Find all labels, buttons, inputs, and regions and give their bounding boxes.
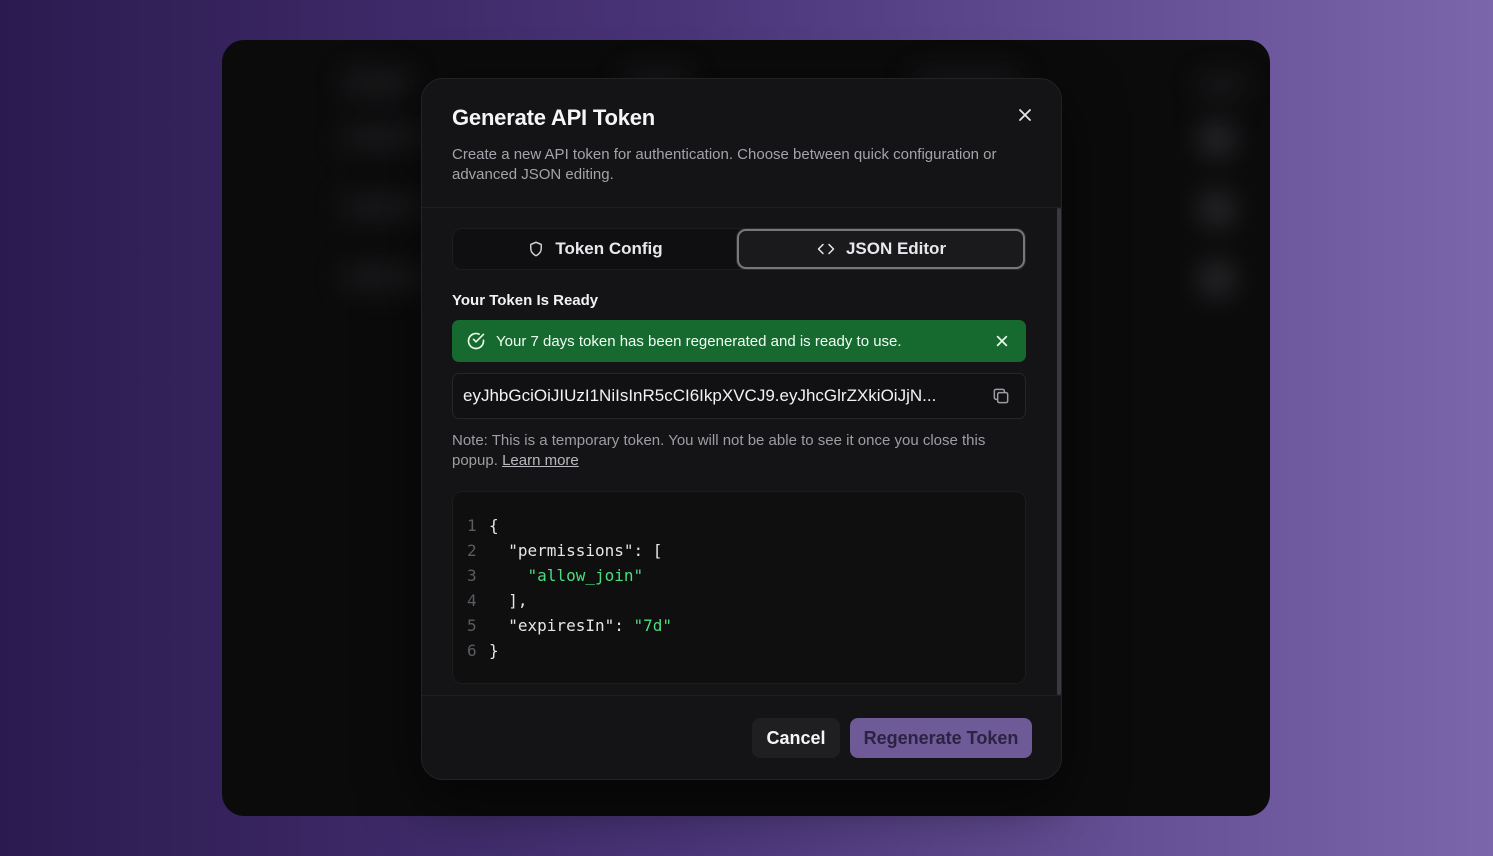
copy-icon bbox=[993, 388, 1009, 404]
dialog-title: Generate API Token bbox=[452, 105, 656, 130]
check-circle-icon bbox=[467, 332, 485, 350]
token-value[interactable]: eyJhbGciOiJIUzI1NiIsInR5cCI6IkpXVCJ9.eyJ… bbox=[463, 386, 989, 406]
code-line: 6} bbox=[467, 638, 1025, 663]
dialog-footer: Cancel Regenerate Token bbox=[422, 695, 1061, 779]
code-text: "expiresIn": bbox=[489, 616, 634, 635]
dismiss-alert-button[interactable] bbox=[992, 331, 1012, 351]
code-string: "allow_join" bbox=[527, 566, 644, 585]
dialog-body[interactable]: Token Config JSON Editor Your Token Is R… bbox=[422, 208, 1061, 695]
tab-json-editor[interactable]: JSON Editor bbox=[737, 229, 1025, 269]
tab-label: JSON Editor bbox=[845, 239, 947, 258]
code-line: 1{ bbox=[467, 513, 1025, 538]
tab-token-config[interactable]: Token Config bbox=[453, 229, 737, 269]
close-icon bbox=[1019, 109, 1031, 121]
temporary-token-note: Note: This is a temporary token. You wil… bbox=[452, 431, 1032, 471]
scrollbar[interactable] bbox=[1057, 208, 1061, 695]
code-brackets-icon bbox=[817, 243, 835, 255]
line-number: 1 bbox=[467, 516, 477, 535]
alert-message: Your 7 days token has been regenerated a… bbox=[496, 332, 902, 350]
cancel-button[interactable]: Cancel bbox=[752, 718, 840, 758]
line-number: 4 bbox=[467, 591, 477, 610]
tab-label: Token Config bbox=[555, 239, 663, 258]
line-number: 3 bbox=[467, 566, 477, 585]
copy-token-button[interactable] bbox=[989, 384, 1013, 408]
json-code-editor[interactable]: 1{2 "permissions": [3 "allow_join" 4 ], 5 … bbox=[452, 491, 1026, 684]
success-alert: Your 7 days token has been regenerated a… bbox=[452, 320, 1026, 362]
close-icon bbox=[996, 335, 1008, 347]
close-button[interactable] bbox=[1013, 103, 1037, 127]
code-line: 4 ], bbox=[467, 588, 1025, 613]
dialog-header: Generate API Token Create a new API toke… bbox=[422, 79, 1061, 208]
code-line: 3 "allow_join" bbox=[467, 563, 1025, 588]
token-ready-heading: Your Token Is Ready bbox=[452, 292, 599, 309]
line-number: 2 bbox=[467, 541, 477, 560]
line-number: 6 bbox=[467, 641, 477, 660]
code-text: } bbox=[489, 641, 499, 660]
dialog-description: Create a new API token for authenticatio… bbox=[452, 146, 997, 183]
code-line: 5 "expiresIn": "7d" bbox=[467, 613, 1025, 638]
code-string: "7d" bbox=[633, 616, 673, 635]
generate-token-dialog: Generate API Token Create a new API toke… bbox=[421, 78, 1062, 780]
code-text: { bbox=[489, 516, 499, 535]
code-text: ], bbox=[489, 591, 528, 610]
tab-group: Token Config JSON Editor bbox=[452, 228, 1026, 270]
shield-icon bbox=[530, 241, 543, 257]
line-number: 5 bbox=[467, 616, 477, 635]
code-text: "permissions": [ bbox=[489, 541, 663, 560]
regenerate-token-button[interactable]: Regenerate Token bbox=[850, 718, 1032, 758]
code-line: 2 "permissions": [ bbox=[467, 538, 1025, 563]
learn-more-link[interactable]: Learn more bbox=[502, 452, 579, 469]
token-field[interactable]: eyJhbGciOiJIUzI1NiIsInR5cCI6IkpXVCJ9.eyJ… bbox=[452, 373, 1026, 419]
